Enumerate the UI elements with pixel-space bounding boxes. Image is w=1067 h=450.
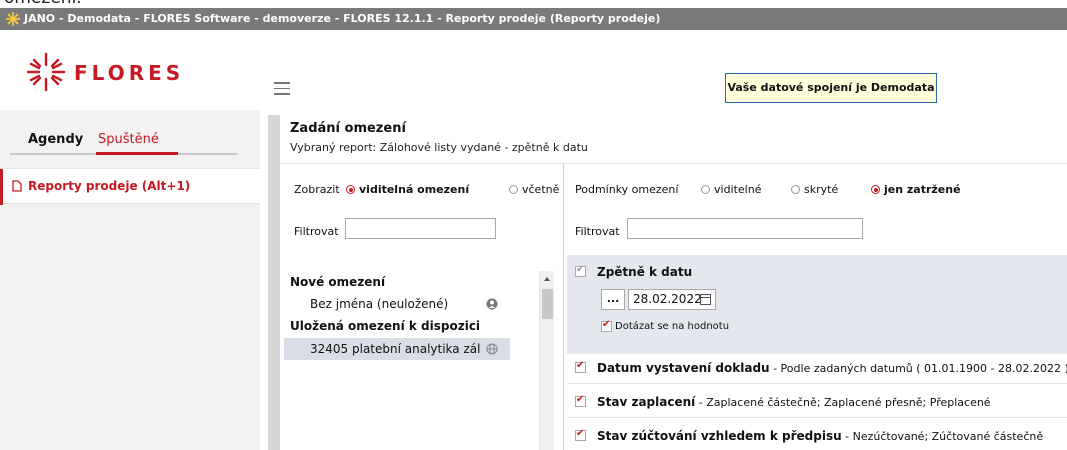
list-scrollbar[interactable] [539,271,554,450]
row-divider [567,417,1067,418]
radio-label: viditelná omezení [359,183,470,196]
list-item-label: Bez jména (neuložené) [310,297,449,311]
condition-title: Stav zúčtování vzhledem k předpisu [597,429,842,443]
page-title: Zadání omezení [290,121,406,136]
clipped-caption: omezeni. [0,0,200,8]
condition-row[interactable]: Stav zúčtování vzhledem k předpisu - Nez… [597,429,1043,443]
main-panel: Zadání omezení Vybraný report: Zálohové … [280,110,1067,450]
radio-dot [346,185,355,194]
condition-row[interactable]: Stav zaplacení - Zaplacené částečně; Zap… [597,395,991,409]
radio-dot [701,185,710,194]
radio-label: skryté [804,183,839,196]
flores-app-icon [6,12,20,26]
sidebar-item-reporty-prodeje[interactable]: Reporty prodeje (Alt+1) [0,168,260,205]
clipped-caption-text: omezeni. [4,0,82,8]
conditions-label: Podmínky omezení [575,183,679,196]
ask-value-checkbox[interactable] [601,319,612,332]
row-divider [567,383,1067,384]
radio-label: viditelné [714,183,762,196]
flores-logo-mark: FLORES [26,52,184,92]
list-group-header: Uložená omezení k dispozici [290,319,481,333]
ask-value-label: Dotázat se na hodnotu [615,321,730,332]
active-tab-indicator [96,152,178,155]
sidebar-item-label: Reporty prodeje (Alt+1) [28,179,191,193]
filter-label: Filtrovat [575,225,620,238]
filter-input-right[interactable] [627,218,863,239]
list-group-header: Nové omezení [290,275,386,289]
tab-spustene[interactable]: Spuštěné [98,132,159,147]
sidebar: Agendy Spuštěné Reporty prodeje (Alt+1) [0,110,260,450]
app-window: omezeni. JANO - Demodata - FLORES Softwa… [0,0,1067,450]
globe-icon [486,343,498,355]
page-subtitle: Vybraný report: Zálohové listy vydané - … [290,141,588,154]
radio-only-checked[interactable]: jen zatržené [871,183,961,196]
date-input[interactable]: 28.02.2022 [628,289,716,310]
scroll-up-icon[interactable] [544,277,550,281]
date-value: 28.02.2022 [633,292,702,306]
saved-restrictions-panel: Zobrazit viditelná omezení včetně Filtro… [280,164,564,450]
condition-row[interactable]: Datum vystavení dokladu - Podle zadaných… [597,361,1067,375]
condition-checkbox[interactable] [575,360,586,373]
filter-input-left[interactable] [345,218,496,239]
window-titlebar: JANO - Demodata - FLORES Software - demo… [0,8,1067,30]
radio-dot [871,185,880,194]
flores-logo: FLORES [26,52,216,95]
condition-title: Zpětně k datu [597,265,693,279]
condition-title: Datum vystavení dokladu [597,361,770,375]
list-item-label: 32405 platební analytika zál [310,342,481,356]
condition-description: - Podle zadaných datumů ( 01.01.1900 - 2… [773,362,1067,375]
tab-agendy[interactable]: Agendy [28,132,83,147]
user-icon [486,298,498,310]
calendar-icon[interactable] [700,294,711,305]
conditions-panel: Podmínky omezení viditelné skryté jen za… [565,164,1067,450]
radio-label: včetně [522,183,560,196]
radio-hidden[interactable]: skryté [791,183,838,196]
radio-label: jen zatržené [884,183,961,196]
filter-label: Filtrovat [294,225,339,238]
condition-expanded: Zpětně k datu ... 28.02.2022 Dotázat se … [567,255,1067,354]
menu-icon[interactable] [274,82,290,95]
scroll-thumb[interactable] [542,289,553,319]
window-title: JANO - Demodata - FLORES Software - demo… [24,12,661,25]
radio-dot [509,185,518,194]
condition-checkbox[interactable] [575,264,586,277]
condition-checkbox[interactable] [575,428,586,441]
condition-description: - Zaplacené částečně; Zaplacené přesně; … [695,396,991,409]
ellipsis-button[interactable]: ... [601,289,625,310]
connection-notice: Vaše datové spojení je Demodata [725,73,937,103]
condition-title: Stav zaplacení [597,395,696,409]
active-item-bar [0,169,3,205]
list-item-selected[interactable]: 32405 platební analytika zál [284,338,510,360]
radio-dot [791,185,800,194]
radio-visible[interactable]: viditelné [701,183,761,196]
condition-description: - Nezúčtované; Zúčtované částečně [841,430,1044,443]
show-label: Zobrazit [294,183,340,196]
restrictions-list: Nové omezení Bez jména (neuložené) Ulože… [280,271,554,450]
condition-checkbox[interactable] [575,394,586,407]
radio-visible-restrictions[interactable]: viditelná omezení [346,183,469,196]
document-icon [12,180,22,192]
list-item[interactable]: Bez jména (neuložené) [284,293,510,315]
panel-splitter[interactable] [268,115,280,450]
logo-text: FLORES [74,61,184,85]
radio-including[interactable]: včetně [509,183,559,196]
